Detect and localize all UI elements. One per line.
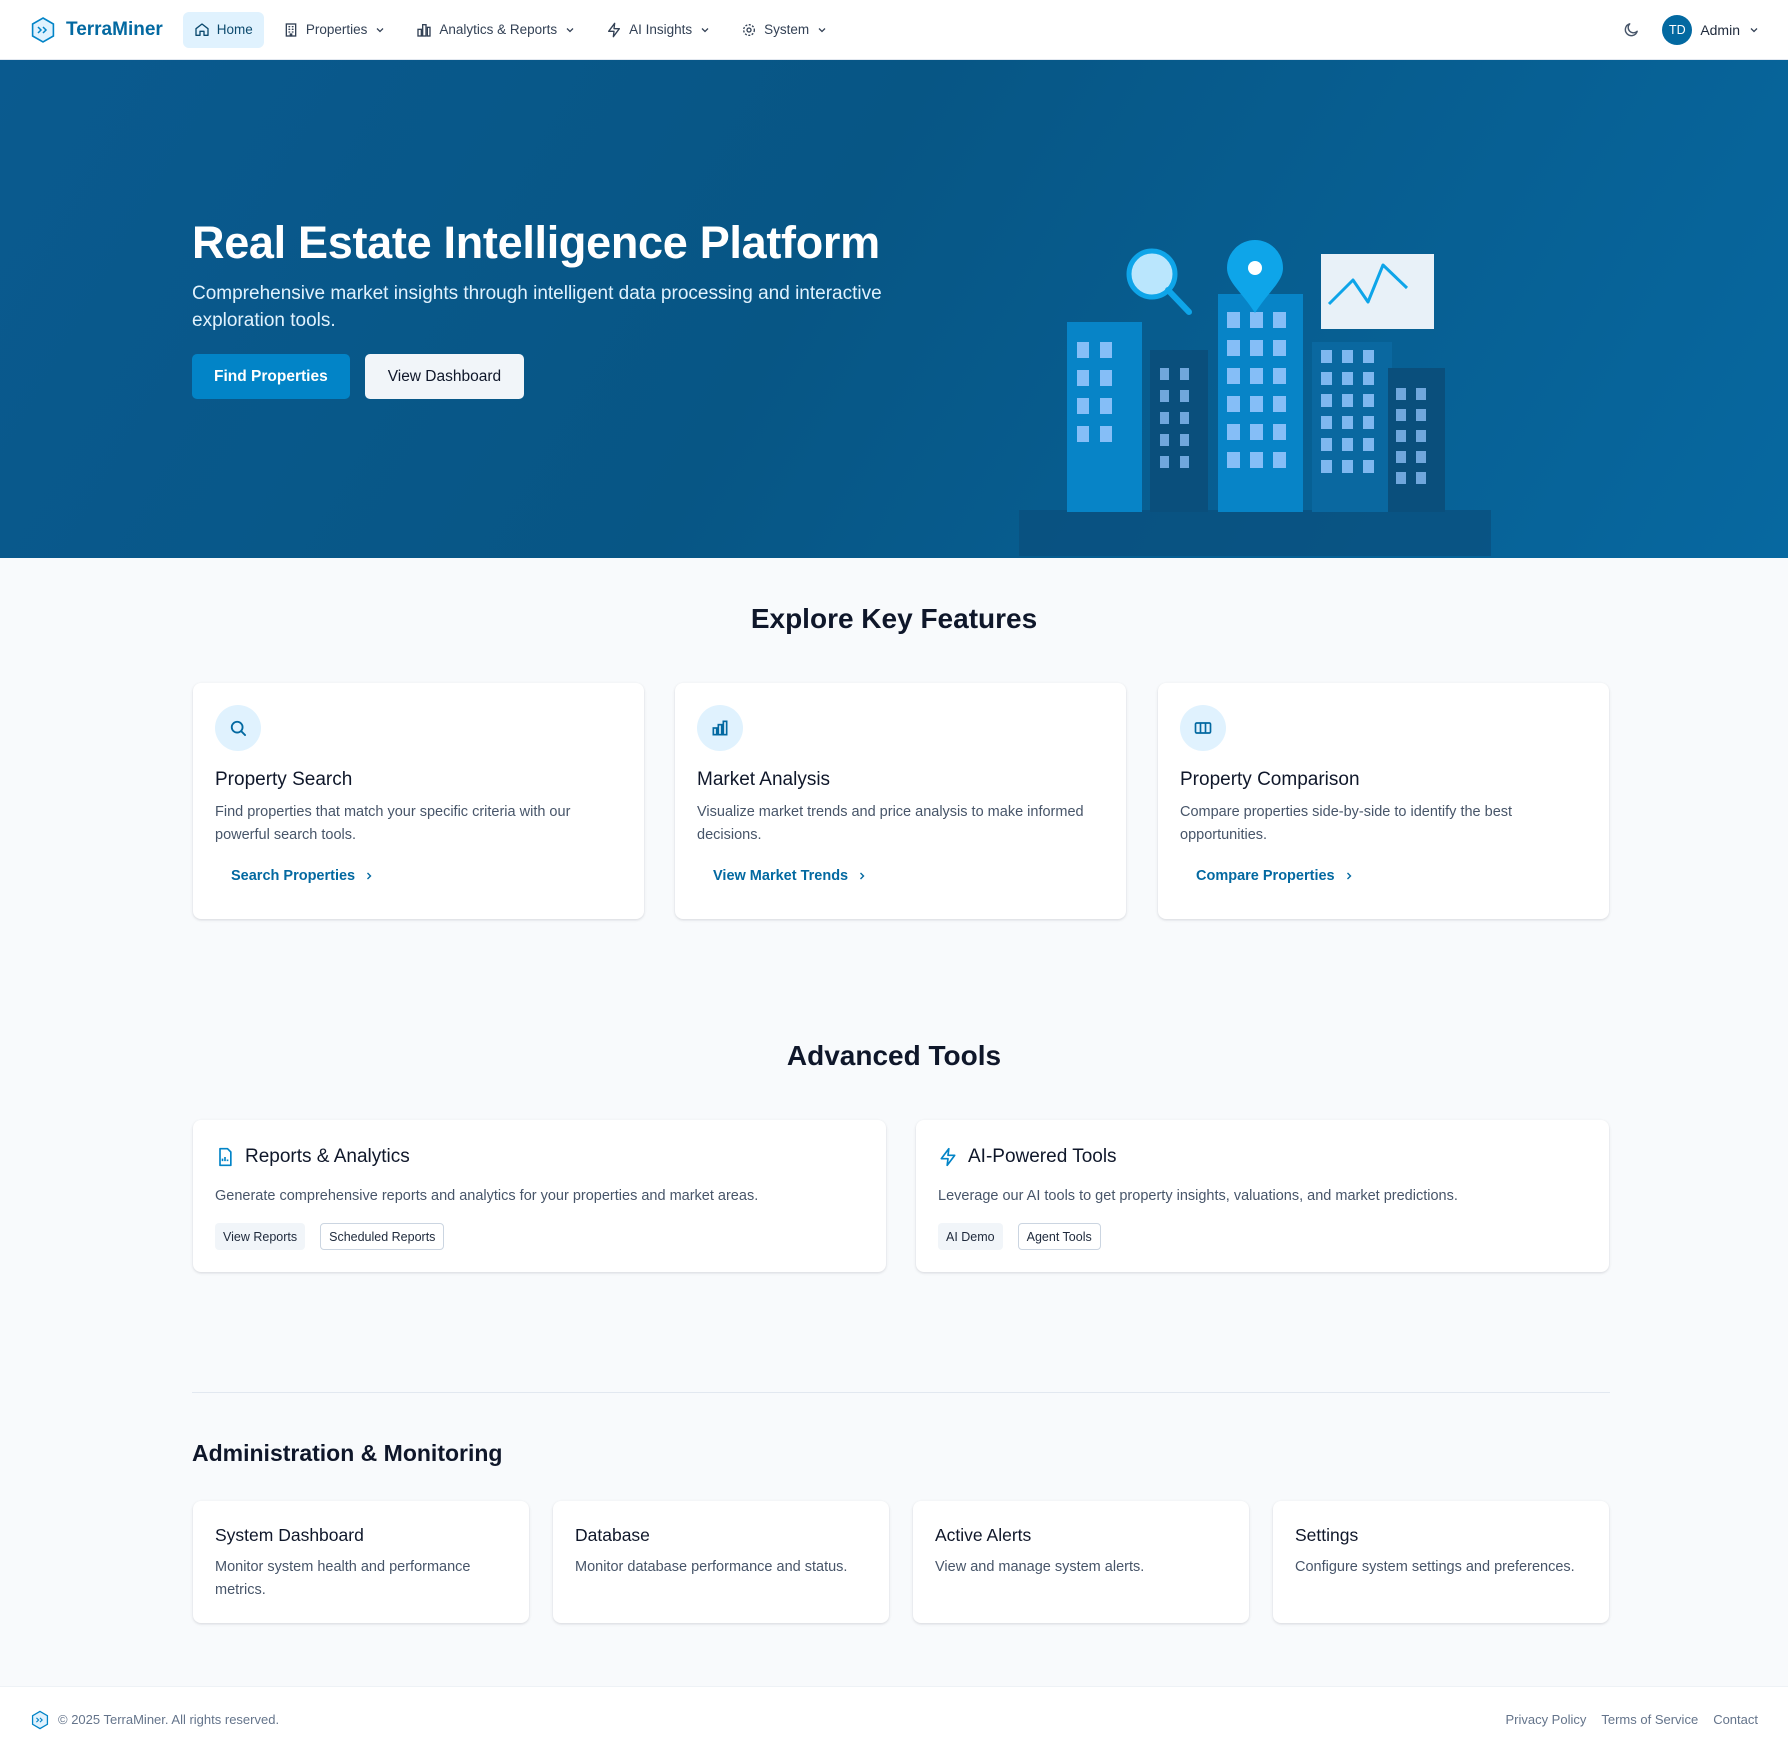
report-icon <box>219 1147 232 1167</box>
search-icon <box>215 705 261 751</box>
tool-title: AI-Powered Tools <box>968 1146 1117 1167</box>
main-nav: Home Properties Analytics & Reports AI I… <box>182 11 839 48</box>
search-properties-link[interactable]: Search Properties <box>231 868 375 884</box>
terraminer-logo-icon <box>28 15 58 45</box>
tool-card-reports-analytics: Reports & Analytics Generate comprehensi… <box>193 1120 886 1272</box>
feature-card-property-comparison[interactable]: Property Comparison Compare properties s… <box>1158 683 1609 919</box>
nav-item-properties[interactable]: Properties <box>272 12 398 48</box>
bar-chart-icon <box>697 705 743 751</box>
admin-card-description: Configure system settings and preference… <box>1295 1559 1575 1575</box>
home-icon <box>195 22 209 36</box>
chevron-down-icon <box>701 27 709 32</box>
lightning-icon <box>940 1147 956 1167</box>
chevron-down-icon <box>566 27 574 32</box>
feature-title: Property Comparison <box>1180 769 1360 790</box>
bar-chart-icon <box>417 23 432 37</box>
admin-card-description: Monitor system health and performance me… <box>215 1559 471 1598</box>
gear-icon <box>743 23 756 36</box>
chevron-down-icon <box>818 27 826 32</box>
building-icon <box>285 22 297 37</box>
admin-card-description: View and manage system alerts. <box>935 1559 1145 1575</box>
avatar: TD <box>1662 14 1693 45</box>
features-title: Explore Key Features <box>750 603 1038 634</box>
nav-item-analytics[interactable]: Analytics & Reports <box>405 12 587 48</box>
columns-icon <box>1180 705 1226 751</box>
user-menu[interactable]: TD Admin <box>1662 14 1760 45</box>
link-label: View Market Trends <box>713 868 849 884</box>
nav-item-system[interactable]: System <box>730 12 839 48</box>
tool-header: Reports & Analytics <box>215 1146 410 1168</box>
moon-icon <box>1624 23 1638 37</box>
admin-card-title: Database <box>575 1525 650 1545</box>
admin-card-title: Active Alerts <box>935 1525 1032 1545</box>
nav-item-ai-insights[interactable]: AI Insights <box>595 12 722 48</box>
chevron-right-icon <box>1346 872 1352 880</box>
chevron-right-icon <box>860 872 865 880</box>
admin-card-title: Settings <box>1295 1525 1359 1545</box>
theme-toggle-button[interactable] <box>1616 15 1646 45</box>
tool-tags: View Reports Scheduled Reports <box>215 1223 445 1250</box>
chevron-down-icon <box>376 27 384 32</box>
link-label: Compare Properties <box>1196 868 1335 884</box>
admin-card-active-alerts[interactable]: Active Alerts View and manage system ale… <box>913 1501 1249 1623</box>
feature-card-market-analysis[interactable]: Market Analysis Visualize market trends … <box>675 683 1126 919</box>
nav-label-ai-insights: AI Insights <box>629 22 693 37</box>
view-dashboard-button[interactable]: View Dashboard <box>364 354 525 399</box>
terms-of-service-link[interactable]: Terms of Service <box>1601 1712 1698 1727</box>
nav-label-system: System <box>764 22 810 37</box>
tool-description: Leverage our AI tools to get property in… <box>938 1188 1458 1204</box>
hero-title: Real Estate Intelligence Platform <box>192 217 880 268</box>
feature-description: Find properties that match your specific… <box>215 804 571 843</box>
footer-links: Privacy Policy Terms of Service Contact <box>1505 1712 1758 1727</box>
tool-description: Generate comprehensive reports and analy… <box>215 1188 759 1204</box>
chevron-down-icon <box>1750 27 1758 32</box>
feature-title: Property Search <box>215 769 353 790</box>
contact-link[interactable]: Contact <box>1713 1712 1758 1727</box>
admin-title: Administration & Monitoring <box>192 1440 503 1466</box>
tool-card-ai-powered-tools: AI-Powered Tools Leverage our AI tools t… <box>916 1120 1609 1272</box>
tool-tags: AI Demo Agent Tools <box>938 1223 1101 1250</box>
tool-header: AI-Powered Tools <box>938 1146 1117 1168</box>
nav-right: TD Admin <box>1616 14 1760 45</box>
nav-label-home: Home <box>216 22 253 37</box>
brand-name: TerraMiner <box>66 18 163 40</box>
section-divider <box>192 1392 1610 1393</box>
feature-description: Compare properties side-by-side to ident… <box>1180 804 1513 843</box>
feature-title: Market Analysis <box>697 769 831 790</box>
tool-title: Reports & Analytics <box>245 1146 410 1167</box>
chevron-right-icon <box>367 872 372 880</box>
nav-item-home[interactable]: Home <box>182 11 264 48</box>
find-properties-button[interactable]: Find Properties <box>192 354 350 399</box>
hero-buttons: Find Properties View Dashboard <box>192 354 525 399</box>
admin-card-database[interactable]: Database Monitor database performance an… <box>553 1501 889 1623</box>
nav-label-properties: Properties <box>305 22 368 37</box>
admin-card-system-dashboard[interactable]: System Dashboard Monitor system health a… <box>193 1501 529 1623</box>
city-analytics-illustration <box>1019 240 1491 556</box>
view-market-trends-link[interactable]: View Market Trends <box>713 868 868 884</box>
lightning-icon <box>608 22 621 37</box>
scheduled-reports-button[interactable]: Scheduled Reports <box>320 1223 445 1250</box>
tools-title: Advanced Tools <box>786 1040 1002 1071</box>
nav-label-analytics: Analytics & Reports <box>439 22 558 37</box>
brand[interactable]: TerraMiner <box>28 15 163 45</box>
compare-properties-link[interactable]: Compare Properties <box>1196 868 1355 884</box>
footer: © 2025 TerraMiner. All rights reserved. … <box>0 1686 1788 1752</box>
footer-left: © 2025 TerraMiner. All rights reserved. <box>30 1710 279 1730</box>
copyright-text: © 2025 TerraMiner. All rights reserved. <box>58 1712 280 1727</box>
agent-tools-button[interactable]: Agent Tools <box>1017 1223 1101 1250</box>
admin-card-settings[interactable]: Settings Configure system settings and p… <box>1273 1501 1609 1623</box>
feature-card-property-search[interactable]: Property Search Find properties that mat… <box>193 683 644 919</box>
admin-card-description: Monitor database performance and status. <box>575 1559 848 1575</box>
admin-card-title: System Dashboard <box>215 1525 364 1545</box>
view-reports-button[interactable]: View Reports <box>215 1223 306 1250</box>
hero-subtitle: Comprehensive market insights through in… <box>192 283 882 331</box>
link-label: Search Properties <box>231 868 356 884</box>
ai-demo-button[interactable]: AI Demo <box>938 1223 1003 1250</box>
feature-description: Visualize market trends and price analys… <box>697 804 1084 843</box>
user-name: Admin <box>1700 21 1740 38</box>
top-navbar: TerraMiner Home Properties Analytics & R… <box>0 0 1788 60</box>
hero-section: Real Estate Intelligence Platform Compre… <box>0 60 1788 558</box>
privacy-policy-link[interactable]: Privacy Policy <box>1505 1712 1586 1727</box>
terraminer-logo-icon <box>31 1710 49 1729</box>
